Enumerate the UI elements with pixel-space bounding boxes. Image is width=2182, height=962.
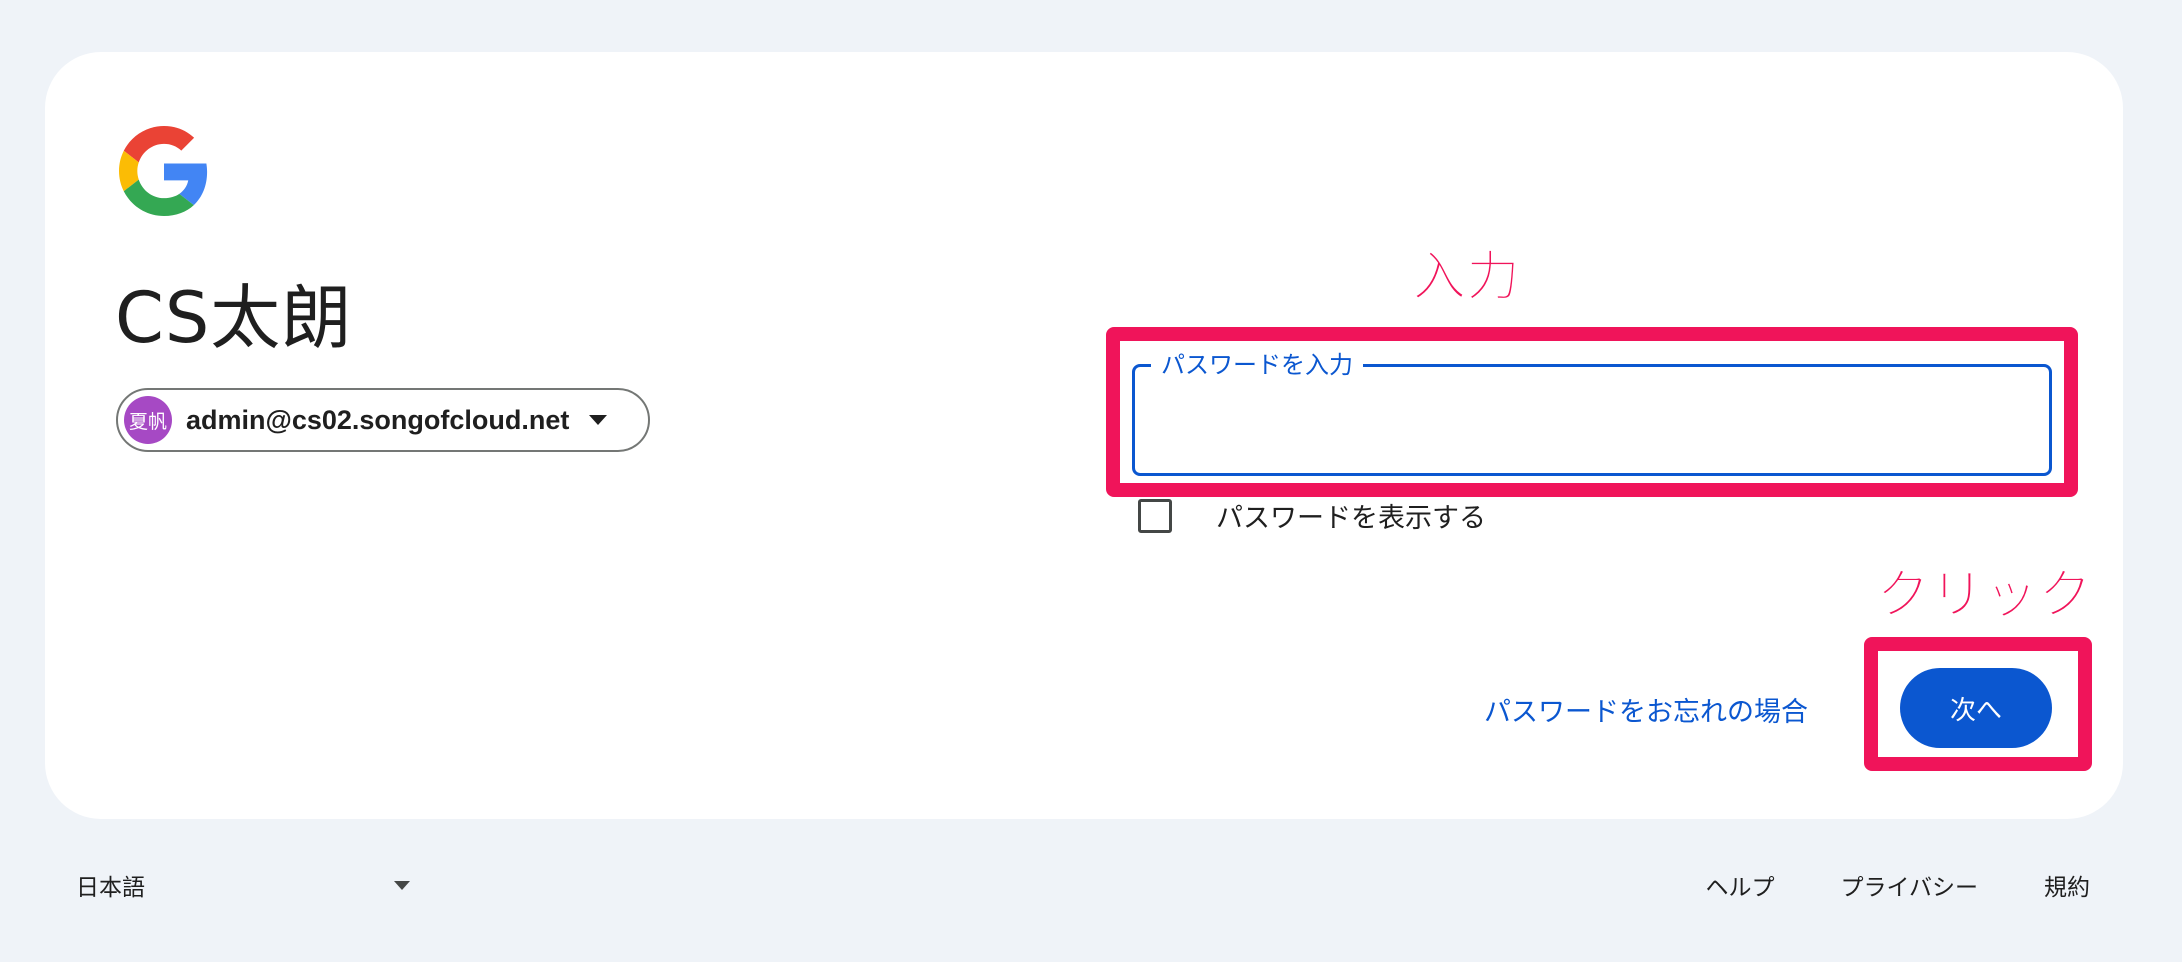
password-field-label: パスワードを入力: [1151, 345, 1363, 380]
user-name-heading: CS太朗: [115, 277, 353, 359]
avatar: 夏帆: [124, 396, 172, 444]
show-password-row: パスワードを表示する: [1138, 496, 1486, 535]
account-chip[interactable]: 夏帆 admin@cs02.songofcloud.net: [116, 388, 650, 452]
annotation-input-label: 入力: [1412, 245, 1521, 309]
footer-link-help[interactable]: ヘルプ: [1705, 868, 1774, 902]
next-button[interactable]: 次へ: [1900, 668, 2052, 748]
footer-links: ヘルプ プライバシー 規約: [1705, 868, 2090, 902]
language-select[interactable]: 日本語: [76, 868, 410, 902]
show-password-checkbox[interactable]: [1138, 498, 1172, 533]
account-email: admin@cs02.songofcloud.net: [186, 404, 570, 435]
footer-link-privacy[interactable]: プライバシー: [1840, 868, 1978, 902]
chevron-down-icon: [589, 415, 608, 425]
annotation-click-label: クリック: [1876, 563, 2093, 627]
forgot-password-link[interactable]: パスワードをお忘れの場合: [1484, 690, 1808, 729]
password-field: パスワードを入力: [1132, 345, 2052, 476]
show-password-label[interactable]: パスワードを表示する: [1216, 496, 1486, 535]
language-label: 日本語: [76, 875, 145, 901]
google-g-icon: [119, 126, 208, 216]
chevron-down-icon: [394, 880, 410, 890]
footer-link-terms[interactable]: 規約: [2044, 868, 2090, 902]
password-input[interactable]: [1135, 367, 2049, 473]
